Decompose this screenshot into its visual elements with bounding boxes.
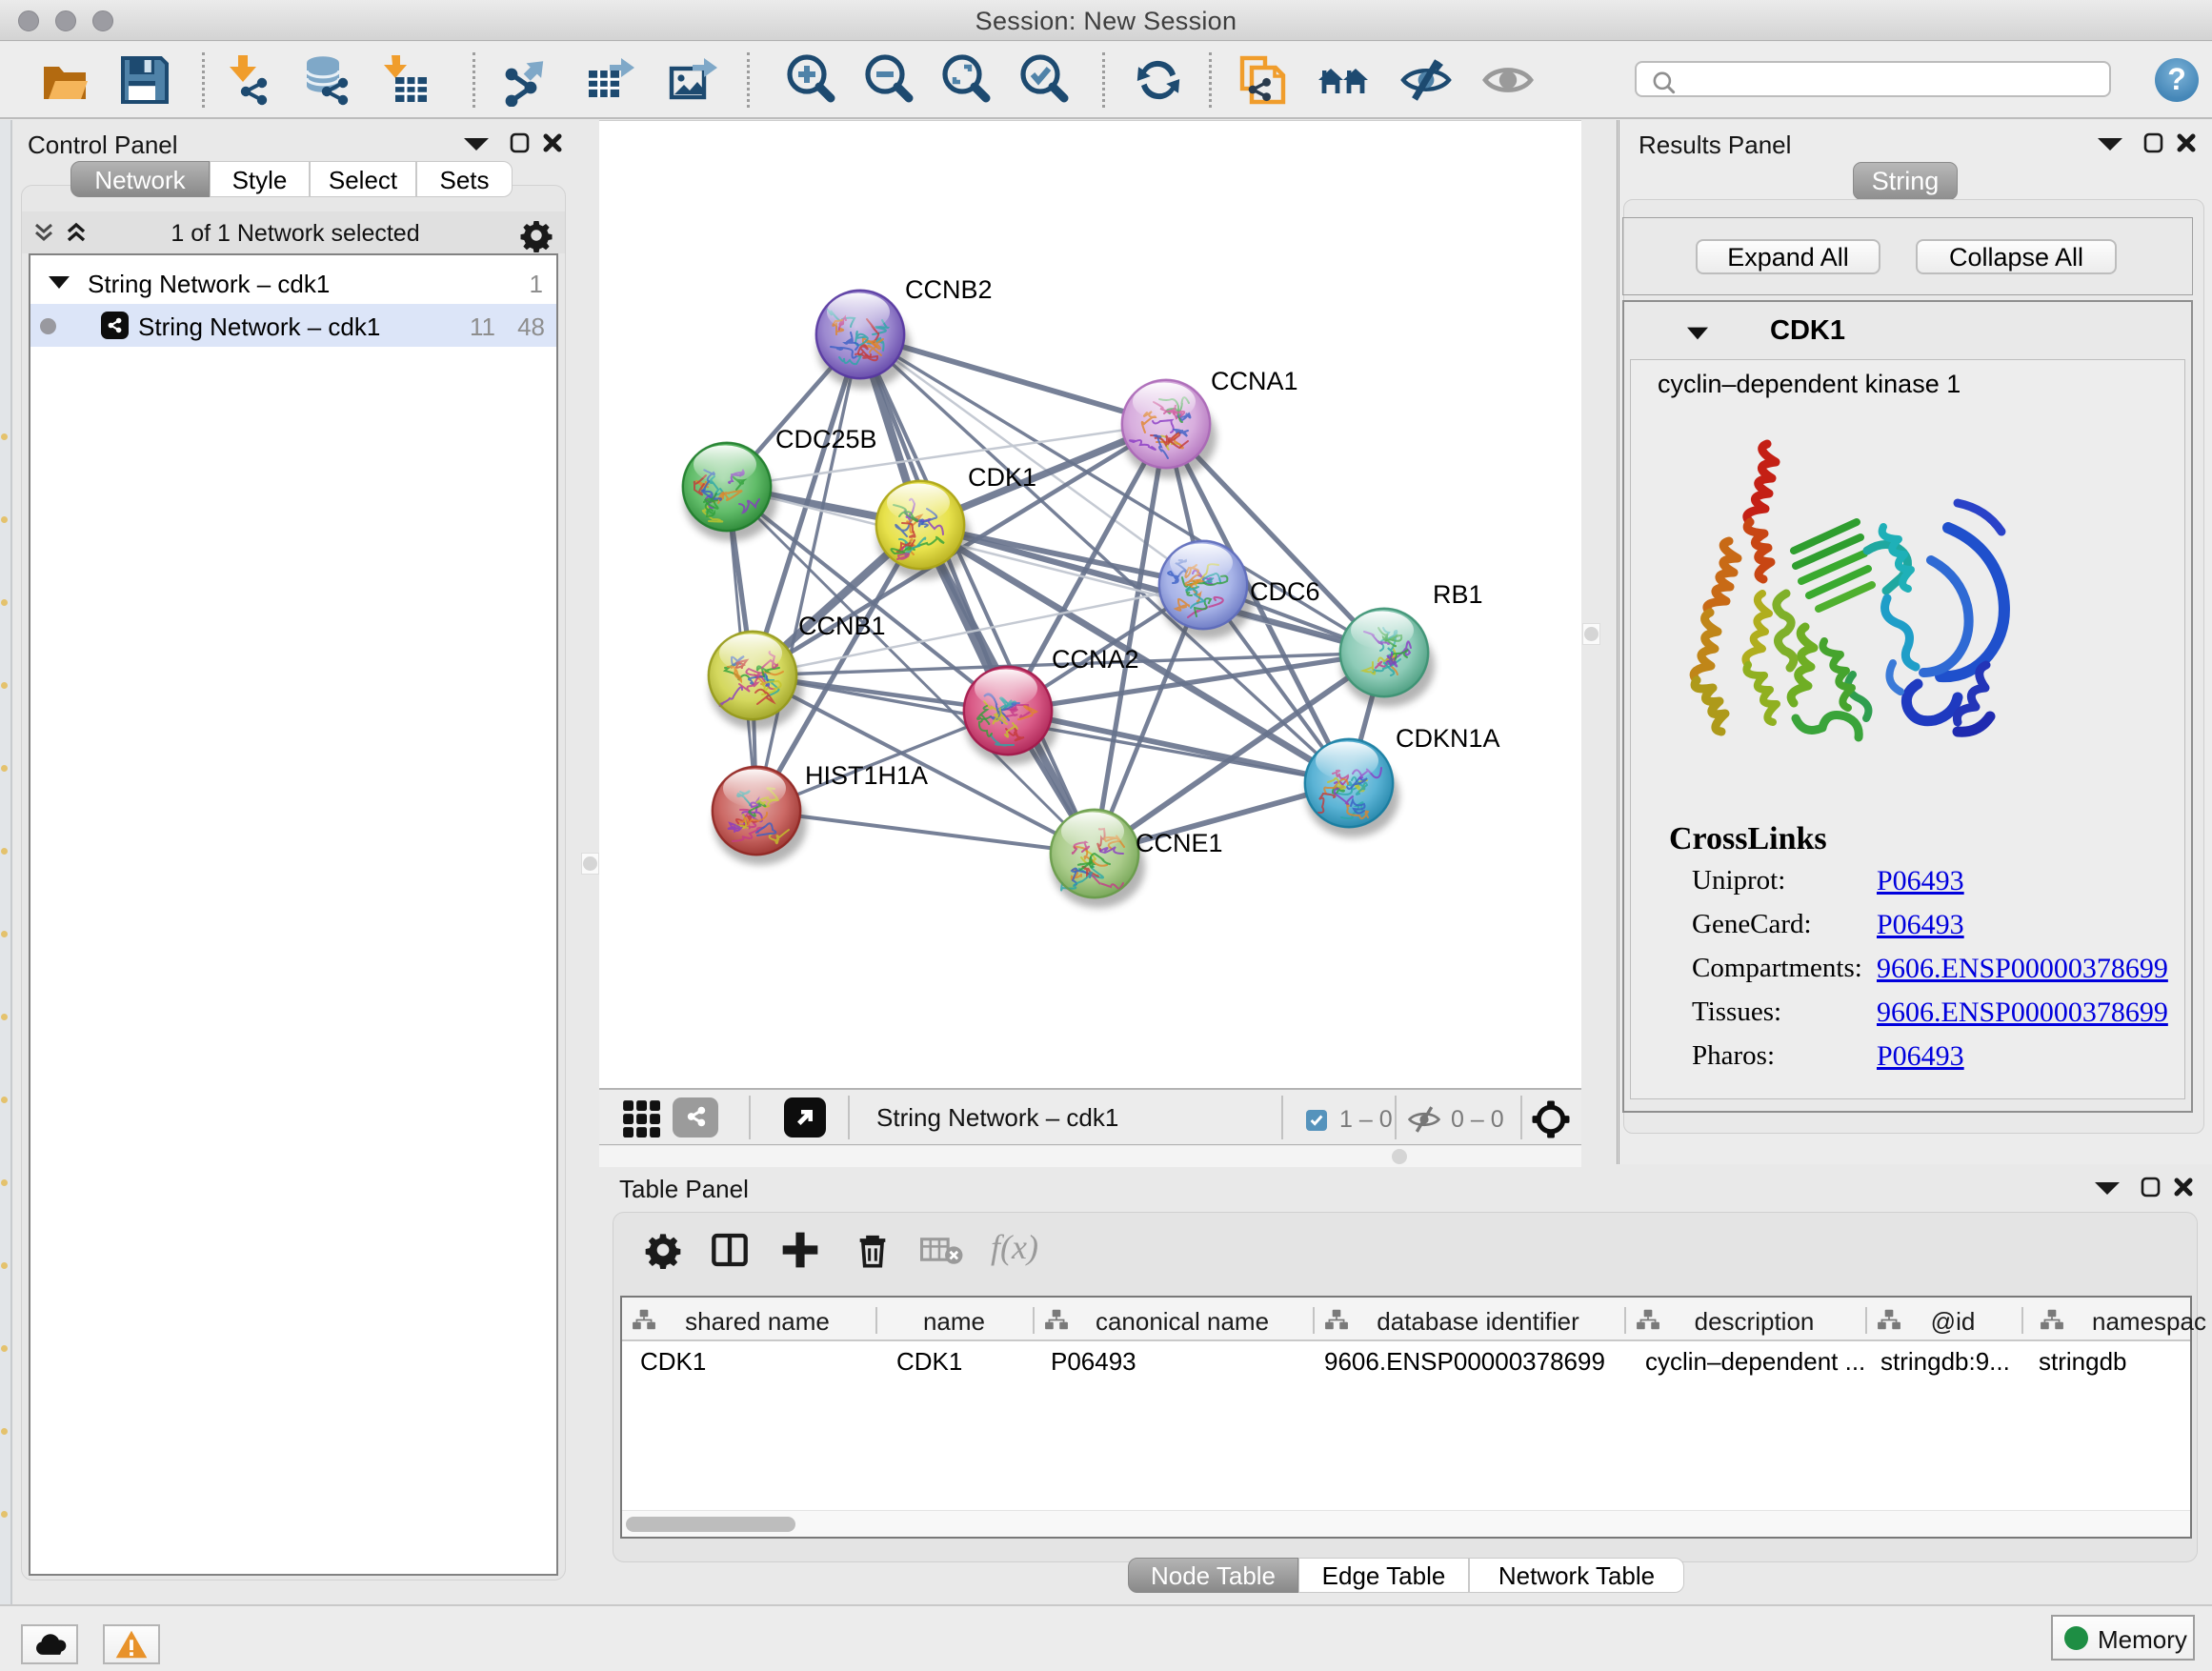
svg-text:CDK1: CDK1 — [968, 463, 1036, 492]
svg-text:RB1: RB1 — [1433, 580, 1483, 609]
svg-text:CDKN1A: CDKN1A — [1396, 724, 1500, 753]
svg-text:CCNA1: CCNA1 — [1211, 367, 1298, 395]
svg-text:CCNB2: CCNB2 — [905, 275, 993, 304]
svg-text:CCNB1: CCNB1 — [798, 612, 886, 640]
svg-text:CDC25B: CDC25B — [775, 425, 877, 453]
svg-text:CCNA2: CCNA2 — [1052, 645, 1139, 674]
svg-text:CCNE1: CCNE1 — [1136, 829, 1223, 857]
svg-text:HIST1H1A: HIST1H1A — [805, 761, 928, 790]
svg-text:CDC6: CDC6 — [1250, 577, 1320, 606]
